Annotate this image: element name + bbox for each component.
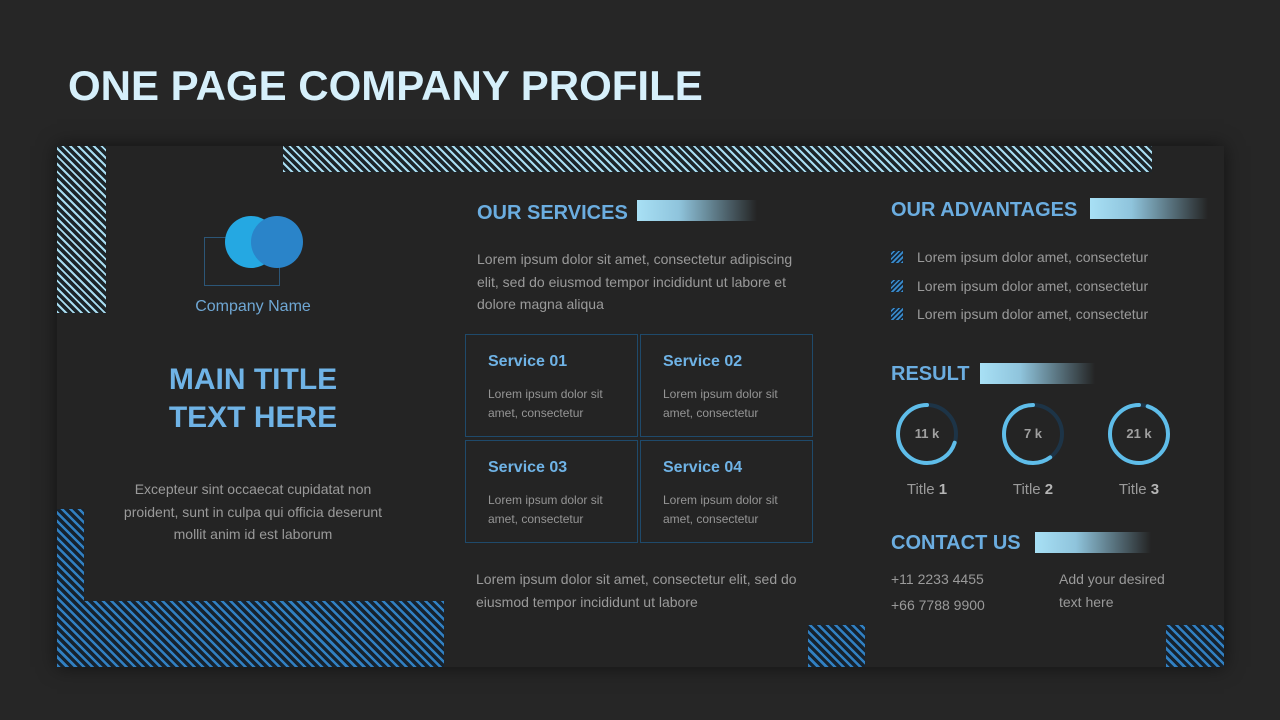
result-heading: RESULT bbox=[891, 363, 970, 385]
ring-title: Title 2 bbox=[993, 481, 1073, 498]
services-intro: Lorem ipsum dolor sit amet, consectetur … bbox=[477, 251, 793, 312]
decor-stripe-top bbox=[283, 146, 1152, 172]
decor-stripe-bottom-mid bbox=[808, 625, 865, 667]
main-title-line1: MAIN TITLE bbox=[168, 363, 338, 396]
result-heading-bar bbox=[980, 363, 1095, 384]
service-card[interactable]: Service 02 Lorem ipsum dolor sit amet, c… bbox=[640, 334, 813, 437]
main-title: MAIN TITLE TEXT HERE bbox=[113, 361, 393, 437]
main-title-line2: TEXT HERE bbox=[168, 401, 338, 434]
ring-title-label: Title bbox=[906, 481, 939, 498]
contact-heading: CONTACT US bbox=[891, 532, 1021, 554]
decor-stripe-bottom-right bbox=[1166, 625, 1224, 667]
ring-value: 7 k bbox=[1023, 426, 1043, 441]
service-text: Lorem ipsum dolor sit amet, consectetur bbox=[488, 387, 603, 420]
logo-circle-right bbox=[251, 216, 303, 268]
service-text: Lorem ipsum dolor sit amet, consectetur bbox=[488, 493, 603, 526]
services-footer: Lorem ipsum dolor sit amet, consectetur … bbox=[476, 571, 797, 610]
advantages-heading-bar bbox=[1090, 198, 1208, 219]
services-heading: OUR SERVICES bbox=[477, 202, 628, 224]
service-title: Service 03 bbox=[488, 459, 568, 476]
service-title: Service 04 bbox=[663, 459, 743, 476]
service-card[interactable]: Service 04 Lorem ipsum dolor sit amet, c… bbox=[640, 440, 813, 543]
ring-value: 21 k bbox=[1126, 426, 1152, 441]
company-name: Company Name bbox=[195, 298, 311, 315]
striped-square-bullet-icon bbox=[891, 280, 903, 292]
contact-phone[interactable]: +66 7788 9900 bbox=[891, 594, 985, 617]
ring-title: Title 1 bbox=[887, 481, 967, 498]
page-title: ONE PAGE COMPANY PROFILE bbox=[68, 62, 703, 109]
advantage-text: Lorem ipsum dolor amet, consectetur bbox=[917, 278, 1149, 294]
left-description: Excepteur sint occaecat cupidatat non pr… bbox=[123, 481, 383, 542]
advantage-text: Lorem ipsum dolor amet, consectetur bbox=[917, 306, 1149, 322]
advantage-text: Lorem ipsum dolor amet, consectetur bbox=[917, 249, 1149, 265]
advantage-item: Lorem ipsum dolor amet, consectetur bbox=[891, 247, 1148, 267]
service-title: Service 01 bbox=[488, 353, 568, 370]
ring-title-number: 3 bbox=[1150, 481, 1160, 498]
striped-square-bullet-icon bbox=[891, 251, 903, 263]
contact-phone[interactable]: +11 2233 4455 bbox=[891, 568, 984, 591]
service-card[interactable]: Service 03 Lorem ipsum dolor sit amet, c… bbox=[465, 440, 638, 543]
decor-stripe-top-left bbox=[57, 146, 106, 313]
advantage-item: Lorem ipsum dolor amet, consectetur bbox=[891, 304, 1148, 324]
ring-title-label: Title bbox=[1012, 481, 1045, 498]
services-heading-bar bbox=[637, 200, 757, 221]
ring-title-number: 1 bbox=[938, 481, 948, 498]
service-title: Service 02 bbox=[663, 353, 743, 370]
profile-panel: Company Name MAIN TITLE TEXT HERE Except… bbox=[57, 146, 1224, 667]
ring-title-label: Title bbox=[1118, 481, 1151, 498]
advantages-heading: OUR ADVANTAGES bbox=[891, 199, 1078, 221]
striped-square-bullet-icon bbox=[891, 308, 903, 320]
advantage-item: Lorem ipsum dolor amet, consectetur bbox=[891, 276, 1148, 296]
service-text: Lorem ipsum dolor sit amet, consectetur bbox=[663, 387, 778, 420]
service-text: Lorem ipsum dolor sit amet, consectetur bbox=[663, 493, 778, 526]
service-card[interactable]: Service 01 Lorem ipsum dolor sit amet, c… bbox=[465, 334, 638, 437]
contact-note: Add your desired text here bbox=[1059, 571, 1165, 610]
decor-stripe-bottom-left bbox=[57, 601, 444, 667]
ring-title-number: 2 bbox=[1044, 481, 1054, 498]
ring-value: 11 k bbox=[914, 426, 940, 441]
ring-title: Title 3 bbox=[1099, 481, 1179, 498]
contact-heading-bar bbox=[1035, 532, 1151, 553]
services-grid: Service 01 Lorem ipsum dolor sit amet, c… bbox=[465, 334, 813, 544]
